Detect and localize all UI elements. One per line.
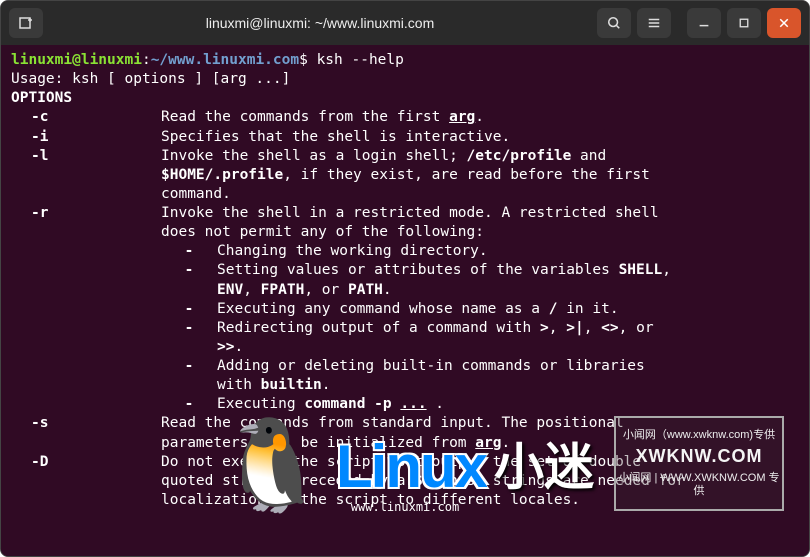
terminal-window: linuxmi@linuxmi: ~/www.linuxmi.com linux… [0, 0, 810, 557]
close-button[interactable] [767, 8, 801, 38]
option-i: -i Specifies that the shell is interacti… [11, 128, 799, 147]
prompt-user: linuxmi@linuxmi [11, 52, 142, 68]
options-header: OPTIONS [11, 89, 799, 108]
maximize-button[interactable] [727, 8, 761, 38]
minimize-button[interactable] [687, 8, 721, 38]
prompt-path: ~/www.linuxmi.com [151, 52, 299, 68]
option-r: -r Invoke the shell in a restricted mode… [11, 204, 799, 223]
usage-line: Usage: ksh [ options ] [arg ...] [11, 70, 799, 89]
search-button[interactable] [597, 8, 631, 38]
prompt-line: linuxmi@linuxmi:~/www.linuxmi.com$ ksh -… [11, 51, 799, 70]
new-tab-button[interactable] [9, 8, 43, 38]
window-title: linuxmi@linuxmi: ~/www.linuxmi.com [49, 15, 591, 31]
command-text: ksh --help [317, 52, 404, 68]
option-D: -D Do not execute the script, but output… [11, 453, 799, 472]
option-l: -l Invoke the shell as a login shell; /e… [11, 147, 799, 166]
menu-button[interactable] [637, 8, 671, 38]
option-s: -s Read the commands from standard input… [11, 414, 799, 433]
terminal-content[interactable]: linuxmi@linuxmi:~/www.linuxmi.com$ ksh -… [1, 45, 809, 556]
titlebar: linuxmi@linuxmi: ~/www.linuxmi.com [1, 1, 809, 45]
option-c: -c Read the commands from the first arg. [11, 108, 799, 127]
